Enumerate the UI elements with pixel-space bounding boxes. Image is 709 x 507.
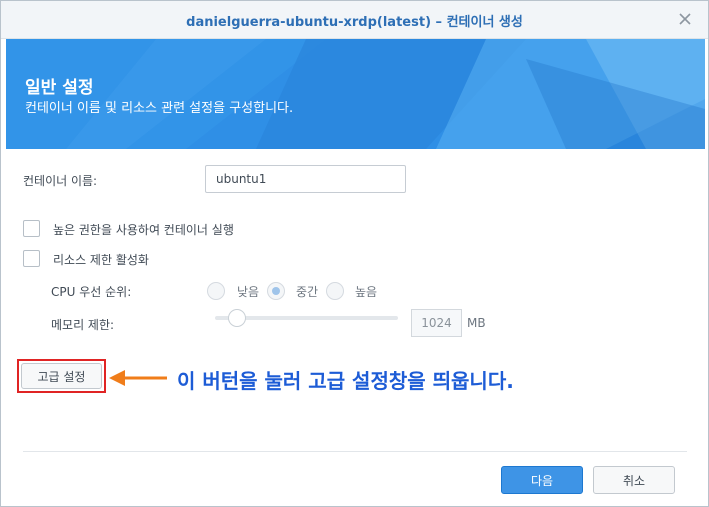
advanced-settings-button[interactable]: 고급 설정 (21, 363, 102, 389)
cpu-priority-medium-radio[interactable] (267, 282, 285, 300)
window-title-main: danielguerra-ubuntu-xrdp(latest) (186, 15, 432, 30)
banner-subtitle: 컨테이너 이름 및 리소스 관련 설정을 구성합니다. (25, 101, 294, 116)
header-banner: 일반 설정 컨테이너 이름 및 리소스 관련 설정을 구성합니다. (6, 39, 705, 149)
resource-limit-checkbox[interactable] (23, 250, 40, 267)
title-bar[interactable]: danielguerra-ubuntu-xrdp(latest) – 컨테이너 … (1, 1, 708, 39)
cpu-priority-high-radio[interactable] (326, 282, 344, 300)
privileged-label: 높은 권한을 사용하여 컨테이너 실행 (53, 223, 234, 237)
privileged-checkbox[interactable] (23, 220, 40, 237)
window-title-suffix: – 컨테이너 생성 (431, 15, 523, 30)
memory-value-field[interactable]: 1024 (411, 309, 462, 337)
memory-limit-label: 메모리 제한: (51, 318, 115, 332)
banner-background (6, 39, 705, 149)
cancel-button[interactable]: 취소 (593, 466, 675, 494)
close-icon[interactable] (674, 8, 696, 30)
memory-slider-thumb[interactable] (227, 309, 246, 327)
memory-unit-label: MB (467, 316, 486, 330)
cpu-priority-medium-label: 중간 (296, 285, 319, 299)
resource-limit-label: 리소스 제한 활성화 (53, 253, 149, 267)
footer-divider (23, 451, 687, 452)
container-name-label: 컨테이너 이름: (23, 174, 98, 188)
cpu-priority-high-label: 높음 (355, 285, 378, 299)
window-title: danielguerra-ubuntu-xrdp(latest) – 컨테이너 … (1, 11, 708, 30)
annotation-text: 이 버턴을 눌러 고급 설정창을 띄웁니다. (177, 369, 514, 393)
container-name-input[interactable] (205, 165, 406, 193)
annotation-arrow-icon (109, 370, 167, 386)
cpu-priority-low-label: 낮음 (237, 285, 260, 299)
cpu-priority-label: CPU 우선 순위: (51, 285, 132, 299)
banner-title: 일반 설정 (25, 78, 94, 98)
next-button[interactable]: 다음 (501, 466, 583, 494)
cpu-priority-low-radio[interactable] (207, 282, 225, 300)
create-container-dialog: danielguerra-ubuntu-xrdp(latest) – 컨테이너 … (0, 0, 709, 507)
